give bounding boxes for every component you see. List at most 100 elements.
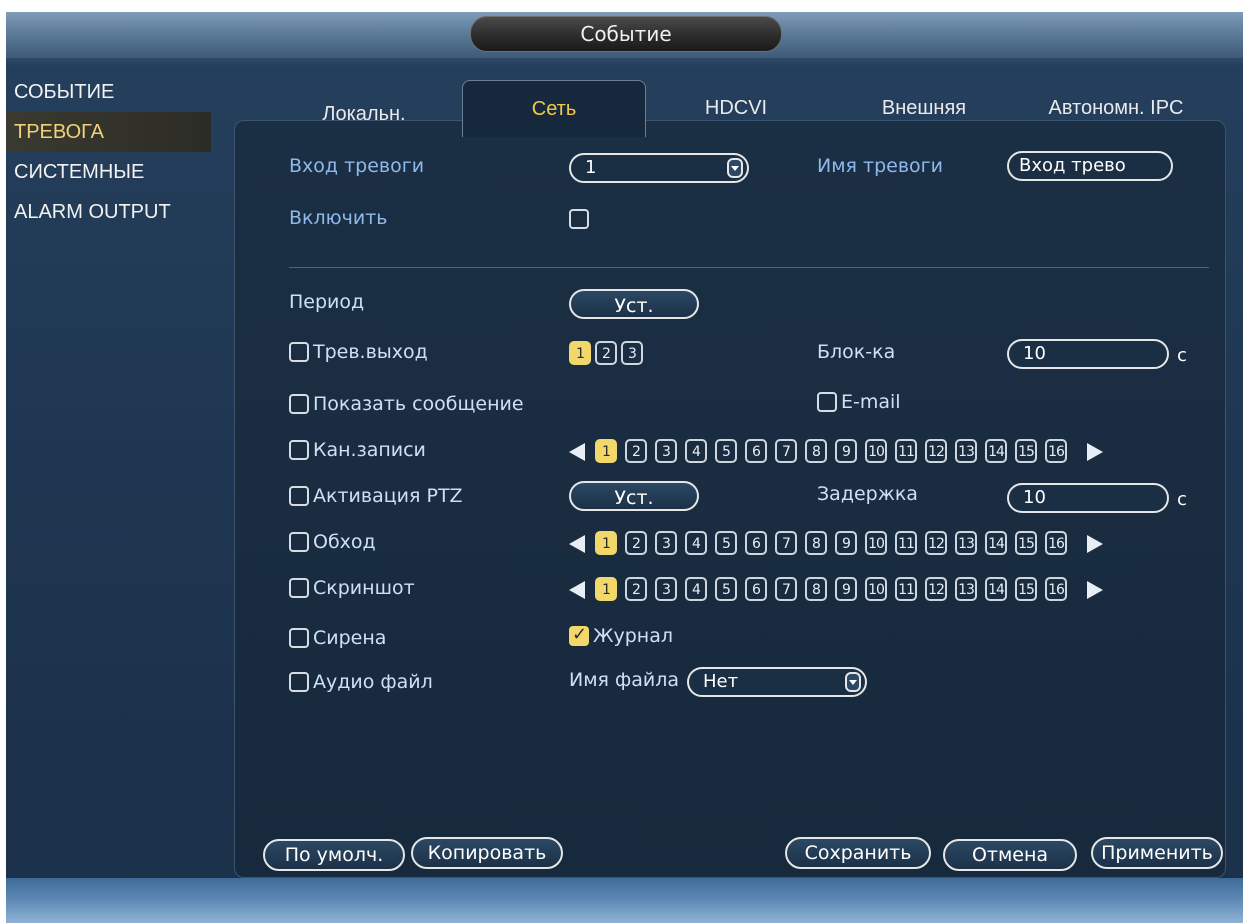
record-channel-12[interactable]: 12 [925,439,947,463]
tour-channel-13[interactable]: 13 [955,531,977,555]
delay-input[interactable]: 10 [1007,483,1169,513]
tour-channel-12[interactable]: 12 [925,531,947,555]
tour-channel-5[interactable]: 5 [715,531,737,555]
log-checkbox[interactable] [569,624,589,646]
arrow-left-icon[interactable] [569,581,585,599]
snapshot-row: Скриншот [289,575,539,601]
record-channel-3[interactable]: 3 [655,439,677,463]
alarm-out-channel-1[interactable]: 1 [569,341,591,365]
record-channel-16[interactable]: 16 [1045,439,1067,463]
settings-panel: Вход тревоги 1 Имя тревоги Вход трево Вк… [234,120,1226,878]
snapshot-channel-9[interactable]: 9 [835,577,857,601]
snapshot-channel-12[interactable]: 12 [925,577,947,601]
record-channel-1[interactable]: 1 [595,439,617,463]
tour-channel-2[interactable]: 2 [625,531,647,555]
snapshot-channel-16[interactable]: 16 [1045,577,1067,601]
snapshot-channel-4[interactable]: 4 [685,577,707,601]
save-button[interactable]: Сохранить [785,837,931,869]
file-name-select[interactable]: Нет [687,667,867,697]
copy-button[interactable]: Копировать [411,837,563,869]
record-channel-7[interactable]: 7 [775,439,797,463]
divider [289,267,1209,268]
tour-channel-1[interactable]: 1 [595,531,617,555]
tour-channel-4[interactable]: 4 [685,531,707,555]
sidebar-item-event[interactable]: СОБЫТИЕ [6,72,211,112]
snapshot-channel-10[interactable]: 10 [865,577,887,601]
record-channel-selector: 1 2 3 4 5 6 7 8 9 10 11 12 13 14 15 16 [569,439,1149,465]
snapshot-channel-13[interactable]: 13 [955,577,977,601]
tour-channel-7[interactable]: 7 [775,531,797,555]
record-channel-5[interactable]: 5 [715,439,737,463]
alarm-name-input[interactable]: Вход трево [1007,151,1173,181]
snapshot-channel-8[interactable]: 8 [805,577,827,601]
latch-unit: с [1177,345,1187,366]
audio-file-checkbox[interactable] [289,672,309,692]
snapshot-channel-3[interactable]: 3 [655,577,677,601]
tab-hdcvi[interactable]: HDCVI [686,80,786,136]
sidebar: СОБЫТИЕ ТРЕВОГА СИСТЕМНЫЕ ALARM OUTPUT [6,72,211,232]
alarm-out-channel-3[interactable]: 3 [621,341,643,365]
snapshot-channel-6[interactable]: 6 [745,577,767,601]
arrow-right-icon[interactable] [1087,443,1103,461]
alarm-out-checkbox[interactable] [289,342,309,362]
snapshot-channel-2[interactable]: 2 [625,577,647,601]
snapshot-label: Скриншот [313,577,415,599]
chevron-down-icon[interactable] [845,672,861,692]
apply-button[interactable]: Применить [1091,837,1223,869]
record-channel-4[interactable]: 4 [685,439,707,463]
record-channel-8[interactable]: 8 [805,439,827,463]
record-channel-2[interactable]: 2 [625,439,647,463]
tour-channel-15[interactable]: 15 [1015,531,1037,555]
siren-checkbox[interactable] [289,628,309,648]
sidebar-item-system[interactable]: СИСТЕМНЫЕ [6,152,211,192]
snapshot-channel-5[interactable]: 5 [715,577,737,601]
arrow-left-icon[interactable] [569,535,585,553]
tour-channel-9[interactable]: 9 [835,531,857,555]
show-message-checkbox[interactable] [289,394,309,414]
chevron-down-icon[interactable] [727,158,743,178]
snapshot-channel-7[interactable]: 7 [775,577,797,601]
arrow-left-icon[interactable] [569,443,585,461]
record-channel-13[interactable]: 13 [955,439,977,463]
tour-channel-8[interactable]: 8 [805,531,827,555]
record-channel-6[interactable]: 6 [745,439,767,463]
snapshot-channel-14[interactable]: 14 [985,577,1007,601]
latch-input[interactable]: 10 [1007,339,1169,369]
tour-channel-10[interactable]: 10 [865,531,887,555]
record-channel-9[interactable]: 9 [835,439,857,463]
cancel-button[interactable]: Отмена [943,839,1077,871]
record-channel-11[interactable]: 11 [895,439,917,463]
tab-external[interactable]: Внешняя [864,80,984,136]
tour-checkbox[interactable] [289,532,309,552]
ptz-checkbox[interactable] [289,486,309,506]
email-checkbox[interactable] [817,392,837,412]
record-channel-checkbox[interactable] [289,440,309,460]
enable-checkbox[interactable] [569,209,589,229]
period-set-button[interactable]: Уст. [569,289,699,319]
tour-channel-6[interactable]: 6 [745,531,767,555]
sidebar-item-alarm[interactable]: ТРЕВОГА [6,112,211,152]
record-channel-14[interactable]: 14 [985,439,1007,463]
window-title: Событие [470,16,782,52]
tab-local[interactable]: Локальн. [294,86,434,142]
audio-file-label: Аудио файл [313,671,433,693]
default-button[interactable]: По умолч. [263,839,405,871]
ptz-set-button[interactable]: Уст. [569,481,699,511]
alarm-out-channel-2[interactable]: 2 [595,341,617,365]
alarm-input-select[interactable]: 1 [569,153,749,183]
snapshot-channel-11[interactable]: 11 [895,577,917,601]
snapshot-channel-1[interactable]: 1 [595,577,617,601]
snapshot-checkbox[interactable] [289,578,309,598]
arrow-right-icon[interactable] [1087,581,1103,599]
tour-channel-11[interactable]: 11 [895,531,917,555]
record-channel-15[interactable]: 15 [1015,439,1037,463]
arrow-right-icon[interactable] [1087,535,1103,553]
sidebar-item-alarm-output[interactable]: ALARM OUTPUT [6,192,211,232]
tab-network[interactable]: Сеть [462,80,646,137]
tab-offline-ipc[interactable]: Автономн. IPC [1016,80,1216,136]
tour-channel-14[interactable]: 14 [985,531,1007,555]
tour-channel-16[interactable]: 16 [1045,531,1067,555]
snapshot-channel-15[interactable]: 15 [1015,577,1037,601]
record-channel-10[interactable]: 10 [865,439,887,463]
tour-channel-3[interactable]: 3 [655,531,677,555]
